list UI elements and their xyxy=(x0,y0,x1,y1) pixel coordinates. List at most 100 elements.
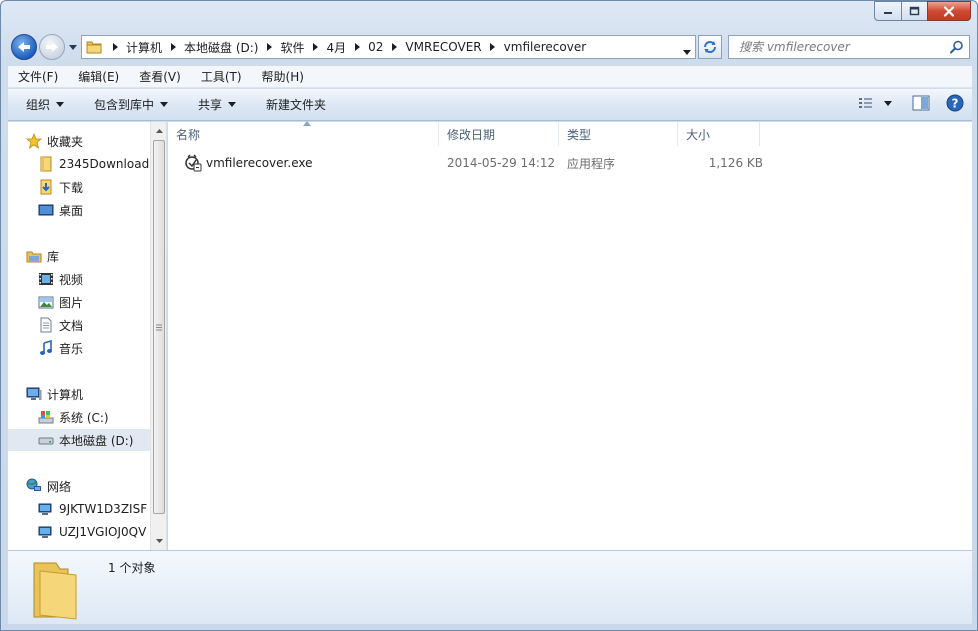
application-icon xyxy=(185,154,202,172)
nav-item-drive-d[interactable]: 本地磁盘 (D:) xyxy=(8,429,150,451)
column-date-label: 修改日期 xyxy=(447,127,496,142)
nav-item-pictures[interactable]: 图片 xyxy=(38,291,166,313)
nav-item-label: 文档 xyxy=(59,318,84,333)
nav-favorites[interactable]: 收藏夹 xyxy=(26,130,166,152)
file-name-cell[interactable]: vmfilerecover.exe xyxy=(184,154,434,172)
column-size-label: 大小 xyxy=(686,127,711,142)
view-options-button[interactable] xyxy=(858,96,874,110)
nav-item-label: 桌面 xyxy=(59,203,84,218)
picture-icon xyxy=(38,294,54,310)
column-type-label: 类型 xyxy=(567,127,592,142)
svg-text:?: ? xyxy=(952,97,959,111)
include-in-library-button[interactable]: 包含到库中 xyxy=(76,96,180,113)
menu-help[interactable]: 帮助(H) xyxy=(252,68,314,85)
scroll-thumb[interactable] xyxy=(153,140,165,514)
menu-file[interactable]: 文件(F) xyxy=(8,68,68,85)
nav-computer[interactable]: 计算机 xyxy=(26,383,166,405)
library-icon xyxy=(26,248,42,264)
nav-network[interactable]: 网络 xyxy=(26,475,166,497)
breadcrumb-item[interactable]: 4月 xyxy=(323,39,351,56)
chevron-down-icon xyxy=(884,100,892,106)
nav-item-label: 下载 xyxy=(59,180,84,195)
address-bar[interactable]: 计算机 本地磁盘 (D:) 软件 4月 02 VMRECOVER vmfiler… xyxy=(81,35,696,59)
column-type[interactable]: 类型 xyxy=(559,122,678,146)
chevron-right-icon[interactable] xyxy=(309,43,323,51)
chevron-right-icon[interactable] xyxy=(108,43,122,51)
chevron-right-icon[interactable] xyxy=(486,43,500,51)
computer-icon xyxy=(38,501,54,517)
include-library-label: 包含到库中 xyxy=(94,98,155,112)
computer-icon xyxy=(38,524,54,540)
minimize-button[interactable] xyxy=(874,1,901,21)
view-dropdown-button[interactable] xyxy=(884,100,892,106)
address-dropdown-button[interactable] xyxy=(683,44,691,58)
document-icon xyxy=(38,317,54,333)
nav-item-music[interactable]: 音乐 xyxy=(38,337,166,359)
column-name[interactable]: 名称 xyxy=(168,121,439,146)
nav-item-label: 音乐 xyxy=(59,341,84,356)
organize-button[interactable]: 组织 xyxy=(8,96,76,113)
chevron-right-icon[interactable] xyxy=(350,43,364,51)
menu-view[interactable]: 查看(V) xyxy=(129,68,191,85)
breadcrumb-item[interactable]: vmfilerecover xyxy=(500,40,590,54)
search-input[interactable] xyxy=(739,40,939,54)
column-date[interactable]: 修改日期 xyxy=(439,122,559,146)
command-bar: 组织 包含到库中 共享 新建文件夹 ? xyxy=(8,89,972,121)
navigation-pane: 收藏夹 2345Downloads 下载 桌面 库 视频 图片 文档 音乐 计算… xyxy=(8,122,167,550)
share-button[interactable]: 共享 xyxy=(180,96,248,113)
nav-item-videos[interactable]: 视频 xyxy=(38,268,166,290)
chevron-right-icon[interactable] xyxy=(262,43,276,51)
help-icon: ? xyxy=(946,94,964,112)
maximize-button[interactable] xyxy=(901,1,927,21)
help-button[interactable]: ? xyxy=(946,94,964,112)
star-icon xyxy=(26,133,42,149)
menu-tools[interactable]: 工具(T) xyxy=(191,68,252,85)
nav-item-2345downloads[interactable]: 2345Downloads xyxy=(38,153,166,175)
menu-edit[interactable]: 编辑(E) xyxy=(68,68,129,85)
desktop-icon xyxy=(38,202,54,218)
breadcrumb-item[interactable]: 本地磁盘 (D:) xyxy=(180,39,262,56)
scroll-down-icon[interactable] xyxy=(153,534,165,548)
file-name: vmfilerecover.exe xyxy=(206,156,313,170)
breadcrumb-item[interactable]: 02 xyxy=(364,40,387,54)
nav-item-label: UZJ1VGIOJ0QV xyxy=(59,525,147,539)
nav-item-desktop[interactable]: 桌面 xyxy=(38,199,166,221)
nav-item-network-pc-2[interactable]: UZJ1VGIOJ0QV xyxy=(38,521,166,543)
nav-item-label: 系统 (C:) xyxy=(59,410,109,425)
nav-libraries[interactable]: 库 xyxy=(26,245,166,267)
close-icon xyxy=(943,5,955,17)
refresh-button[interactable] xyxy=(698,35,722,59)
close-button[interactable] xyxy=(927,1,971,21)
column-size[interactable]: 大小 xyxy=(678,122,760,146)
chevron-right-icon[interactable] xyxy=(166,43,180,51)
nav-item-label: 本地磁盘 (D:) xyxy=(59,433,134,448)
new-folder-label: 新建文件夹 xyxy=(266,98,327,112)
breadcrumb-item[interactable]: 软件 xyxy=(276,39,308,56)
column-name-label: 名称 xyxy=(176,127,201,142)
nav-scrollbar[interactable] xyxy=(150,122,166,550)
chevron-down-icon xyxy=(56,102,65,107)
search-icon[interactable] xyxy=(950,40,964,57)
chevron-down-icon xyxy=(683,50,691,55)
scroll-up-icon[interactable] xyxy=(153,124,165,138)
nav-item-network-pc-1[interactable]: 9JKTW1D3ZISF xyxy=(38,498,166,520)
column-headers: 名称 修改日期 类型 大小 xyxy=(168,121,972,146)
recent-pages-button[interactable] xyxy=(67,41,79,53)
nav-item-label: 9JKTW1D3ZISF xyxy=(59,502,148,516)
folder-icon xyxy=(86,41,102,54)
forward-button[interactable] xyxy=(39,34,65,60)
breadcrumb-item[interactable]: VMRECOVER xyxy=(401,40,485,54)
back-button[interactable] xyxy=(11,34,37,60)
breadcrumb-item[interactable]: 计算机 xyxy=(122,39,166,56)
system-drive-icon xyxy=(38,409,54,425)
chevron-down-icon xyxy=(160,102,169,107)
nav-item-downloads[interactable]: 下载 xyxy=(38,176,166,198)
nav-item-documents[interactable]: 文档 xyxy=(38,314,166,336)
chevron-right-icon[interactable] xyxy=(387,43,401,51)
window-controls xyxy=(874,1,971,21)
preview-pane-button[interactable] xyxy=(912,95,930,111)
nav-item-drive-c[interactable]: 系统 (C:) xyxy=(38,406,166,428)
nav-item-label: 视频 xyxy=(59,272,84,287)
new-folder-button[interactable]: 新建文件夹 xyxy=(248,96,338,113)
search-box[interactable] xyxy=(728,35,970,59)
